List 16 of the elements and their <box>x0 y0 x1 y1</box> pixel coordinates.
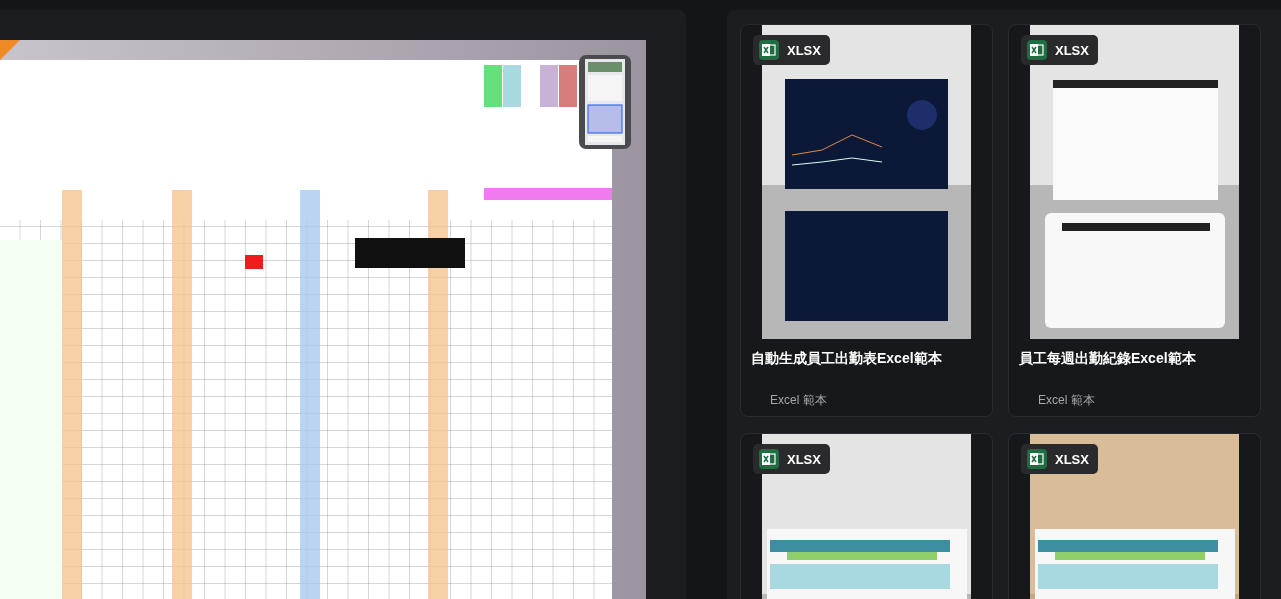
file-type-label: XLSX <box>787 42 821 58</box>
category-label: Excel 範本 <box>770 392 828 409</box>
template-card[interactable]: XLSX <box>1008 433 1261 599</box>
template-card[interactable]: XLSX <box>740 433 993 599</box>
spreadsheet-icon <box>1027 449 1047 469</box>
spreadsheet-icon <box>759 40 779 60</box>
spreadsheet-icon <box>759 449 779 469</box>
template-card[interactable]: XLSX 員工每週出勤紀錄Excel範本 Excel 範本 <box>1008 24 1261 417</box>
category-label: Excel 範本 <box>1038 392 1096 409</box>
file-type-label: XLSX <box>787 451 821 467</box>
card-title[interactable]: 自動生成員工出勤表Excel範本 <box>751 350 992 368</box>
card-title[interactable]: 員工每週出勤紀錄Excel範本 <box>1019 350 1260 368</box>
spreadsheet-icon <box>1027 40 1047 60</box>
file-type-label: XLSX <box>1055 451 1089 467</box>
file-type-label: XLSX <box>1055 42 1089 58</box>
template-card[interactable]: XLSX 自動生成員工出勤表Excel範本 Excel 範本 <box>740 24 993 417</box>
